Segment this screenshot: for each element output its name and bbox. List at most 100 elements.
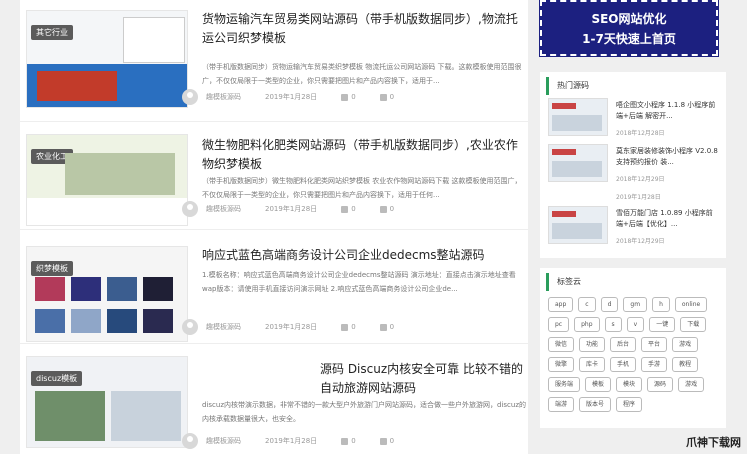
- post-list: 其它行业 货物运输汽车贸易类网站源码（带手机版数据同步）,物流托运公司织梦模板 …: [20, 0, 528, 454]
- post-date: 2019年1月28日: [265, 323, 318, 331]
- hot-item[interactable]: 莫东家居装修装饰小程序 V2.0.8 支持预约报价 装... 2018年12月2…: [548, 144, 718, 186]
- tag-item[interactable]: 手游: [641, 357, 668, 372]
- tag-item[interactable]: 微擎: [548, 357, 575, 372]
- tag-item[interactable]: h: [652, 297, 670, 312]
- post-item[interactable]: discuz模板 源码 Discuz内核安全可靠 比较不错的自动旅游网站源码 d…: [20, 346, 528, 454]
- post-title[interactable]: 微生物肥料化肥类网站源码（带手机版数据同步）,农业农作物织梦模板: [202, 136, 522, 174]
- like-icon[interactable]: [341, 323, 349, 331]
- post-author[interactable]: 趣模板源码: [206, 322, 241, 332]
- hot-item-thumbnail[interactable]: [548, 206, 608, 244]
- like-icon[interactable]: [341, 93, 349, 101]
- post-author[interactable]: 趣模板源码: [206, 92, 241, 102]
- hot-item-title[interactable]: 莫东家居装修装饰小程序 V2.0.8 支持预约报价 装...: [616, 146, 718, 168]
- tag-item[interactable]: app: [548, 297, 574, 312]
- post-author[interactable]: 趣模板源码: [206, 436, 241, 446]
- comment-count: 0: [389, 205, 395, 213]
- comment-icon[interactable]: [379, 93, 387, 101]
- like-count: 0: [351, 437, 356, 445]
- tag-item[interactable]: 端游: [548, 397, 575, 412]
- post-excerpt: （带手机版数据同步）货物运输汽车贸易类织梦模板 物流托运公司网站源码 下载。这款…: [202, 63, 522, 85]
- like-count: 0: [351, 93, 356, 101]
- tag-item[interactable]: 服务端: [548, 377, 581, 392]
- banner-line-2: 1-7天快速上首页: [582, 32, 676, 46]
- seo-banner[interactable]: SEO网站优化 1-7天快速上首页: [539, 0, 719, 57]
- category-tag[interactable]: 其它行业: [31, 25, 73, 40]
- post-meta: 趣模板源码 2019年1月28日 0 0: [182, 200, 522, 218]
- post-date: 2019年1月28日: [265, 437, 318, 445]
- tag-item[interactable]: 源码: [647, 377, 674, 392]
- comment-icon[interactable]: [379, 205, 387, 213]
- tag-item[interactable]: online: [674, 297, 708, 312]
- post-item[interactable]: 其它行业 货物运输汽车贸易类网站源码（带手机版数据同步）,物流托运公司织梦模板 …: [20, 0, 528, 122]
- thumbnail-image: [37, 71, 117, 101]
- tag-item[interactable]: 一键: [649, 317, 676, 332]
- tag-item[interactable]: 平台: [641, 337, 668, 352]
- comment-icon[interactable]: [379, 323, 387, 331]
- avatar: [182, 433, 198, 449]
- tag-item[interactable]: 手机: [610, 357, 637, 372]
- post-item[interactable]: 织梦模板 响应式蓝色高端商务设计公司企业dedecms整站源码 1.模板名称：响…: [20, 236, 528, 344]
- tag-item[interactable]: 功能: [579, 337, 606, 352]
- post-title[interactable]: 源码 Discuz内核安全可靠 比较不错的自动旅游网站源码: [320, 360, 526, 398]
- post-title[interactable]: 货物运输汽车贸易类网站源码（带手机版数据同步）,物流托运公司织梦模板: [202, 10, 522, 48]
- banner-line-1: SEO网站优化: [591, 12, 667, 26]
- thumbnail-image: [35, 391, 105, 441]
- tag-item[interactable]: pc: [548, 317, 570, 332]
- tag-item[interactable]: c: [578, 297, 596, 312]
- tag-cloud-widget: 标签云 app c d gm h online pc php s v 一键 下载 微信 功能 后台 平台 游戏微…: [540, 268, 726, 428]
- widget-title: 热门源码: [546, 77, 726, 95]
- watermark: 爪神下载网: [686, 436, 741, 449]
- thumbnail-phone-mockup: [123, 17, 185, 63]
- thumbnail-image: [71, 277, 101, 301]
- tag-item[interactable]: 版本号: [579, 397, 612, 412]
- hot-item[interactable]: 雪佰万能门店 1.0.89 小程序前端+后端【优化】... 2018年12月29…: [548, 206, 718, 248]
- like-icon[interactable]: [341, 205, 349, 213]
- hot-item-title[interactable]: 雪佰万能门店 1.0.89 小程序前端+后端【优化】...: [616, 208, 718, 230]
- thumbnail-image: [143, 277, 173, 301]
- page: 其它行业 货物运输汽车贸易类网站源码（带手机版数据同步）,物流托运公司织梦模板 …: [0, 0, 747, 454]
- tag-item[interactable]: 教程: [672, 357, 699, 372]
- like-icon[interactable]: [341, 437, 349, 445]
- category-tag[interactable]: 织梦模板: [31, 261, 73, 276]
- widget-title: 标签云: [546, 273, 726, 291]
- post-item[interactable]: 农业化工 微生物肥料化肥类网站源码（带手机版数据同步）,农业农作物织梦模板 （带…: [20, 126, 528, 230]
- tag-item[interactable]: 微信: [548, 337, 575, 352]
- tag-item[interactable]: d: [600, 297, 619, 312]
- post-excerpt: （带手机版数据同步）微生物肥料化肥类网站织梦模板 农业农作物网站源码下载 这款模…: [202, 177, 522, 199]
- tag-item[interactable]: 模板: [585, 377, 612, 392]
- tag-item[interactable]: 程序: [616, 397, 643, 412]
- hot-item-thumbnail[interactable]: [548, 98, 608, 136]
- tag-item[interactable]: v: [626, 317, 645, 332]
- thumbnail-image: [107, 309, 137, 333]
- comment-icon[interactable]: [379, 437, 387, 445]
- tag-item[interactable]: php: [574, 317, 600, 332]
- tag-item[interactable]: 库卡: [579, 357, 606, 372]
- hot-item-date: 2019年1月28日: [616, 194, 661, 201]
- post-thumbnail[interactable]: 织梦模板: [26, 246, 188, 342]
- tag-item[interactable]: gm: [623, 297, 648, 312]
- hot-item[interactable]: 唔企图文小程序 1.1.8 小程序前端+后端 解密开... 2018年12月28…: [548, 98, 718, 140]
- post-title[interactable]: 响应式蓝色高端商务设计公司企业dedecms整站源码: [202, 246, 522, 265]
- tag-item[interactable]: 游戏: [678, 377, 705, 392]
- hot-item-date: 2018年12月29日: [616, 176, 665, 183]
- tag-item[interactable]: 模块: [616, 377, 643, 392]
- tag-item[interactable]: 游戏: [672, 337, 699, 352]
- tag-item[interactable]: 下载: [680, 317, 707, 332]
- category-tag[interactable]: discuz模板: [31, 371, 83, 386]
- tag-item[interactable]: s: [604, 317, 622, 332]
- post-excerpt: discuz内核带演示数据，非常不错的一款大型户外旅游门户网站源码，适合做一些户…: [202, 401, 526, 423]
- post-meta: 趣模板源码 2019年1月28日 0 0: [182, 88, 522, 106]
- post-author[interactable]: 趣模板源码: [206, 204, 241, 214]
- hot-item-title[interactable]: 唔企图文小程序 1.1.8 小程序前端+后端 解密开...: [616, 100, 718, 122]
- post-meta: 趣模板源码 2019年1月28日 0 0: [182, 318, 522, 336]
- thumbnail-image: [35, 309, 65, 333]
- thumbnail-image: [35, 277, 65, 301]
- post-thumbnail[interactable]: discuz模板: [26, 356, 188, 448]
- hot-item-thumbnail[interactable]: [548, 144, 608, 182]
- avatar: [182, 319, 198, 335]
- thumbnail-image: [111, 391, 181, 441]
- post-thumbnail[interactable]: 农业化工: [26, 134, 188, 226]
- thumbnail-image: [71, 309, 101, 333]
- post-thumbnail[interactable]: 其它行业: [26, 10, 188, 108]
- tag-item[interactable]: 后台: [610, 337, 637, 352]
